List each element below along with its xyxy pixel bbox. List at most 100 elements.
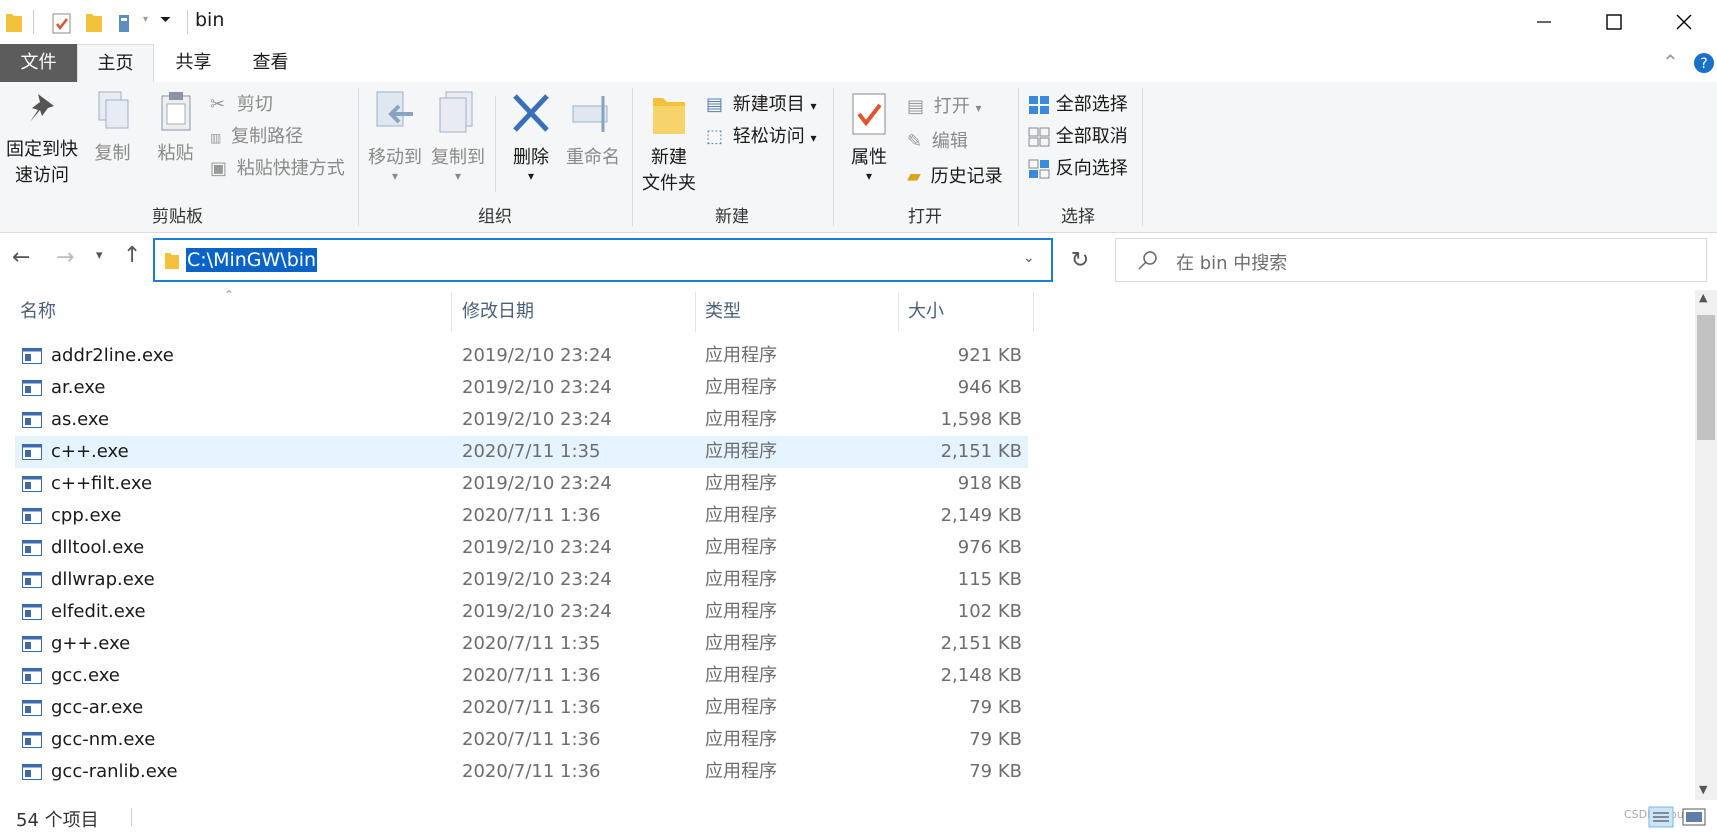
tab-file[interactable]: 文件 [0,44,77,82]
file-size: 115 KB [957,569,1022,590]
large-icons-view-icon[interactable] [1682,806,1706,828]
edit-button[interactable]: ✎ 编辑 [907,127,968,157]
quick-access-dropdown-icon[interactable]: ⏷ [160,12,171,28]
customize-icon[interactable] [118,12,140,34]
scroll-up-icon[interactable]: ▲ [1699,291,1707,304]
tab-home[interactable]: 主页 [77,44,154,83]
file-row[interactable]: gcc-nm.exe 2020/7/11 1:36 应用程序 79 KB [15,724,1028,756]
chevron-down-icon[interactable]: ▾ [143,14,148,25]
window-title: bin [195,9,225,31]
select-all-button[interactable]: 全部选择 [1028,90,1128,120]
paste-shortcut-button[interactable]: ▣ 粘贴快捷方式 [210,154,345,184]
pin-quick-access-button[interactable]: 固定到快 速访问 [2,90,82,187]
file-size: 918 KB [957,473,1022,494]
scroll-down-icon[interactable]: ▼ [1699,783,1707,796]
file-name: dllwrap.exe [51,569,155,590]
address-path[interactable]: C:\MinGW\bin [186,248,318,272]
delete-button[interactable]: 删除 ▾ [502,90,560,183]
minimize-button[interactable] [1509,0,1579,44]
column-header-type[interactable]: 类型 [705,295,895,329]
move-to-button[interactable]: 移动到 ▾ [365,90,425,183]
file-row[interactable]: c++.exe 2020/7/11 1:35 应用程序 2,151 KB [15,436,1028,468]
file-type: 应用程序 [705,633,777,654]
properties-quick-icon[interactable] [52,12,72,34]
file-date: 2020/7/11 1:36 [462,729,601,750]
file-name: gcc-nm.exe [51,729,156,750]
file-list: addr2line.exe 2019/2/10 23:24 应用程序 921 K… [0,340,1690,800]
search-box[interactable]: 在 bin 中搜索 [1115,238,1707,282]
ribbon-divider [1142,88,1143,226]
close-button[interactable] [1649,0,1717,44]
refresh-button[interactable]: ↻ [1057,238,1103,282]
history-button[interactable]: ▰ 历史记录 [907,162,1003,192]
file-size: 2,151 KB [940,633,1022,654]
column-divider[interactable] [695,292,696,332]
easy-access-button[interactable]: ⬚ 轻松访问 ▾ [706,122,817,152]
column-header-date[interactable]: 修改日期 [462,295,692,329]
cut-button[interactable]: ✂ 剪切 [210,90,273,120]
file-row[interactable]: elfedit.exe 2019/2/10 23:24 应用程序 102 KB [15,596,1028,628]
file-row[interactable]: dllwrap.exe 2019/2/10 23:24 应用程序 115 KB [15,564,1028,596]
move-to-dropdown-icon: ▾ [391,169,399,183]
file-row[interactable]: g++.exe 2020/7/11 1:35 应用程序 2,151 KB [15,628,1028,660]
column-divider[interactable] [451,292,452,332]
copy-path-button[interactable]: ▥ 复制路径 [210,122,303,152]
file-size: 79 KB [969,761,1022,782]
column-divider[interactable] [1033,292,1034,332]
file-date: 2020/7/11 1:36 [462,665,601,686]
tab-view[interactable]: 查看 [232,44,309,82]
file-row[interactable]: gcc.exe 2020/7/11 1:36 应用程序 2,148 KB [15,660,1028,692]
group-label-organize: 组织 [478,207,512,227]
new-item-button[interactable]: ▤ 新建项目 ▾ [706,90,817,120]
file-row[interactable]: cpp.exe 2020/7/11 1:36 应用程序 2,149 KB [15,500,1028,532]
file-row[interactable]: c++filt.exe 2019/2/10 23:24 应用程序 918 KB [15,468,1028,500]
recent-locations-icon[interactable]: ▾ [96,248,103,263]
new-folder-quick-icon[interactable] [86,12,102,32]
file-row[interactable]: addr2line.exe 2019/2/10 23:24 应用程序 921 K… [15,340,1028,372]
collapse-ribbon-icon[interactable]: ⌃ [1662,50,1679,74]
copy-to-button[interactable]: 复制到 ▾ [428,90,488,183]
file-type: 应用程序 [705,505,777,526]
invert-selection-button[interactable]: 反向选择 [1028,154,1128,184]
maximize-button[interactable] [1579,0,1649,44]
open-button[interactable]: ▤ 打开 ▾ [907,92,982,122]
file-name: addr2line.exe [51,345,174,366]
easy-access-icon: ⬚ [706,126,724,147]
properties-button[interactable]: 属性 ▾ [838,90,900,183]
pin-icon [30,94,54,122]
tab-share[interactable]: 共享 [155,44,232,82]
file-size: 2,149 KB [940,505,1022,526]
rename-button[interactable]: 重命名 [563,90,623,169]
file-row[interactable]: dlltool.exe 2019/2/10 23:24 应用程序 976 KB [15,532,1028,564]
help-icon[interactable]: ? [1693,52,1715,74]
column-divider[interactable] [898,292,899,332]
new-folder-button[interactable]: 新建 文件夹 [636,90,702,195]
details-view-icon[interactable] [1648,806,1674,828]
address-bar[interactable]: C:\MinGW\bin ⌄ [153,238,1053,282]
exe-file-icon [22,412,42,428]
exe-file-icon [22,444,42,460]
file-row[interactable]: ar.exe 2019/2/10 23:24 应用程序 946 KB [15,372,1028,404]
minimize-icon [1537,21,1551,23]
paste-button[interactable]: 粘贴 [148,90,203,165]
back-icon[interactable]: ← [12,245,30,270]
up-icon[interactable]: ↑ [123,243,141,268]
copy-button[interactable]: 复制 [85,90,140,165]
ribbon-divider [495,96,496,192]
scrollbar-thumb[interactable] [1697,315,1715,440]
address-dropdown-icon[interactable]: ⌄ [1023,250,1035,266]
file-date: 2020/7/11 1:35 [462,633,601,654]
file-row[interactable]: as.exe 2019/2/10 23:24 应用程序 1,598 KB [15,404,1028,436]
column-header-size[interactable]: 大小 [908,295,1028,329]
properties-icon [852,93,886,135]
select-none-button[interactable]: 全部取消 [1028,122,1128,152]
forward-icon[interactable]: → [56,245,74,270]
file-date: 2019/2/10 23:24 [462,409,612,430]
file-row[interactable]: gcc-ar.exe 2020/7/11 1:36 应用程序 79 KB [15,692,1028,724]
column-header-name[interactable]: 名称 [20,295,440,329]
file-date: 2019/2/10 23:24 [462,345,612,366]
exe-file-icon [22,572,42,588]
file-size: 2,148 KB [940,665,1022,686]
file-row[interactable]: gcc-ranlib.exe 2020/7/11 1:36 应用程序 79 KB [15,756,1028,788]
invert-selection-icon [1028,159,1050,179]
